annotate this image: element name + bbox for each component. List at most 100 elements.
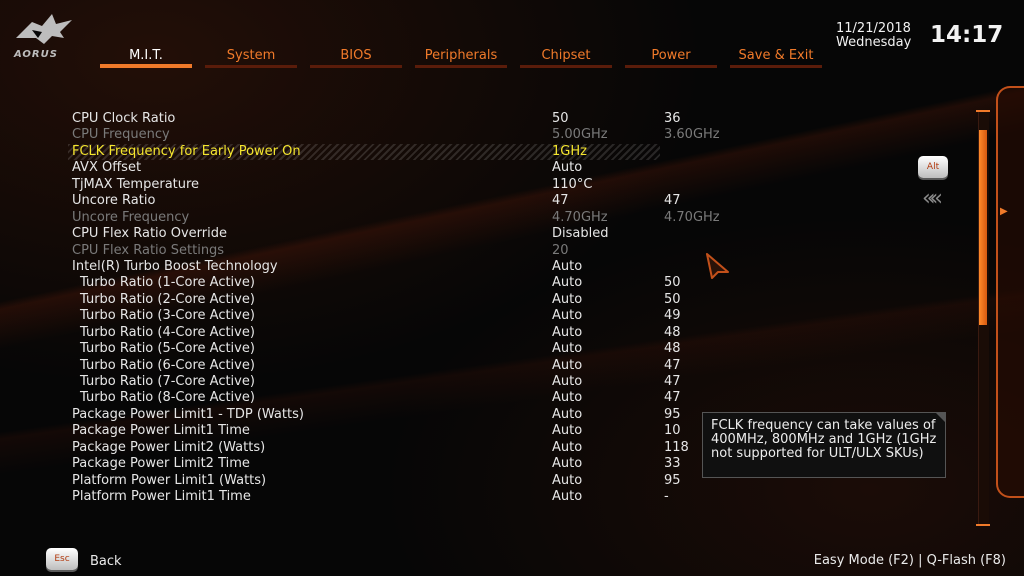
setting-row[interactable]: Platform Power Limit1 (Watts) Auto 95 [60,472,681,489]
alt-button[interactable]: Alt [918,156,948,178]
setting-row[interactable]: FCLK Frequency for Early Power On 1GHz [60,143,670,161]
setting-current-value: 48 [664,324,681,340]
setting-value[interactable]: Auto [552,358,582,374]
setting-row[interactable]: Turbo Ratio (3-Core Active) Auto 49 [60,308,681,324]
setting-row[interactable]: Turbo Ratio (5-Core Active) Auto 48 [60,341,681,357]
tab-mit[interactable]: M.I.T. [96,48,196,68]
setting-value[interactable]: Auto [552,308,582,324]
setting-value[interactable]: 50 [552,111,569,127]
setting-label: AVX Offset [72,160,142,176]
setting-value[interactable]: Auto [552,473,582,489]
setting-row[interactable]: Turbo Ratio (7-Core Active) Auto 47 [60,374,681,390]
setting-value[interactable]: Auto [552,292,582,308]
setting-value[interactable]: Auto [552,390,582,406]
setting-value[interactable]: 1GHz [552,144,587,160]
side-panel-tab[interactable] [996,86,1024,498]
side-panel-arrow-icon[interactable]: ▶ [1000,206,1008,217]
setting-value[interactable]: Auto [552,407,582,423]
back-button[interactable]: Back [90,554,122,569]
setting-current-value: 95 [664,472,681,488]
chevron-left-icon: « [929,186,943,211]
setting-value[interactable]: Disabled [552,226,608,242]
setting-label: Platform Power Limit1 (Watts) [72,472,267,488]
day-text: Wednesday [836,35,912,50]
setting-current-value: 4.70GHz [664,209,720,225]
setting-value[interactable]: Auto [552,341,582,357]
setting-value[interactable]: Auto [552,423,582,439]
setting-current-value: 48 [664,341,681,357]
tab-peripherals[interactable]: Peripherals [411,48,511,68]
tab-save-exit[interactable]: Save & Exit [726,48,826,68]
setting-row[interactable]: CPU Flex Ratio Override Disabled [60,226,670,242]
setting-value[interactable]: Auto [552,259,582,275]
setting-row[interactable]: Turbo Ratio (8-Core Active) Auto 47 [60,390,681,406]
setting-row[interactable]: AVX Offset Auto [60,160,670,176]
collapse-chevron-icon[interactable]: «« [922,186,943,211]
setting-row[interactable]: Package Power Limit1 - TDP (Watts) Auto 95 [60,406,681,423]
tab-bios[interactable]: BIOS [306,48,406,68]
clock: 14:17 [930,22,1004,48]
setting-value[interactable]: Auto [552,160,582,176]
date-text: 11/21/2018 [836,21,911,36]
setting-current-value: - [664,489,669,505]
setting-value[interactable]: Auto [552,275,582,291]
setting-label: Platform Power Limit1 Time [72,489,251,505]
setting-row[interactable]: Turbo Ratio (2-Core Active) Auto 50 [60,292,681,308]
setting-value[interactable]: Auto [552,489,582,505]
setting-label: Uncore Ratio [72,193,156,209]
setting-label: Uncore Frequency [72,209,190,225]
setting-value[interactable]: 110°C [552,177,592,193]
tooltip-corner [936,413,945,422]
settings-list: CPU Clock Ratio 50 36 CPU Frequency 5.00GHz 3… [60,111,720,506]
setting-row[interactable]: Turbo Ratio (1-Core Active) Auto 50 [60,275,681,291]
help-tooltip: FCLK frequency can take values of 400MHz… [702,412,946,478]
setting-label: Turbo Ratio (5-Core Active) [80,341,255,357]
setting-row[interactable]: Package Power Limit1 Time Auto 10 [60,423,681,439]
setting-current-value: 50 [664,291,681,307]
setting-label: Turbo Ratio (1-Core Active) [80,275,255,291]
setting-current-value: 36 [664,111,681,126]
setting-current-value: 47 [664,374,681,389]
setting-current-value: 118 [664,439,689,455]
setting-row[interactable]: Turbo Ratio (4-Core Active) Auto 48 [60,324,681,341]
setting-label: CPU Frequency [72,127,170,143]
setting-row[interactable]: Turbo Ratio (6-Core Active) Auto 47 [60,358,681,374]
setting-current-value: 49 [664,308,681,324]
setting-value[interactable]: Auto [552,325,582,341]
setting-row[interactable]: Platform Power Limit1 Time Auto - [60,489,670,505]
setting-current-value: 10 [664,423,681,439]
footer-shortcuts[interactable]: Easy Mode (F2) | Q-Flash (F8) [814,553,1006,568]
setting-value[interactable]: Auto [552,456,582,472]
setting-label: Turbo Ratio (4-Core Active) [80,324,255,340]
setting-label: Turbo Ratio (8-Core Active) [80,390,255,406]
logo-text: AORUS [14,49,58,60]
setting-value[interactable]: Auto [552,440,582,456]
setting-value: 20 [552,242,569,258]
tab-power[interactable]: Power [621,48,721,68]
setting-value: 5.00GHz [552,127,608,143]
help-text: FCLK frequency can take values of 400MHz… [711,418,937,461]
setting-row[interactable]: CPU Clock Ratio 50 36 [60,111,681,127]
setting-label: CPU Clock Ratio [72,111,176,126]
setting-label: Package Power Limit2 Time [72,456,250,472]
esc-button[interactable]: Esc [46,548,78,570]
tab-system[interactable]: System [201,48,301,68]
tab-chipset[interactable]: Chipset [516,48,616,68]
setting-current-value: 95 [664,406,681,422]
setting-row[interactable]: Intel(R) Turbo Boost Technology Auto [60,259,670,275]
setting-label: Package Power Limit1 - TDP (Watts) [72,406,304,422]
setting-row[interactable]: Package Power Limit2 (Watts) Auto 118 [60,440,689,456]
setting-row: CPU Flex Ratio Settings 20 [60,243,670,259]
setting-label: Turbo Ratio (3-Core Active) [80,308,255,324]
setting-current-value: 47 [664,193,681,209]
setting-label: TjMAX Temperature [72,176,200,192]
setting-value[interactable]: Auto [552,374,582,390]
setting-current-value: 47 [664,390,681,406]
setting-row[interactable]: Package Power Limit2 Time Auto 33 [60,456,681,472]
scrollbar-thumb[interactable] [979,130,987,325]
setting-row[interactable]: TjMAX Temperature 110°C [60,177,670,193]
setting-value[interactable]: 47 [552,193,569,209]
setting-current-value: 50 [664,275,681,291]
date-display: 11/21/2018 Wednesday [836,22,911,50]
setting-row[interactable]: Uncore Ratio 47 47 [60,193,681,209]
